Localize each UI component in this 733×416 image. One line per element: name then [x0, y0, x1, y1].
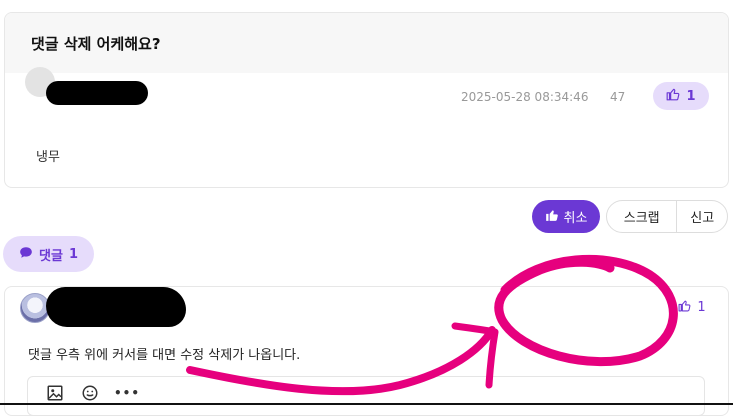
speech-bubble-icon: [19, 246, 33, 263]
thumbs-up-filled-icon: [545, 208, 559, 226]
post-body: 냉무: [36, 150, 60, 165]
post-like-count: 1: [686, 88, 696, 104]
post-header: 댓글 삭제 어케해요?: [5, 13, 728, 73]
report-button[interactable]: 신고: [677, 201, 727, 232]
redacted-author-name: [46, 81, 148, 105]
more-icon[interactable]: •••: [114, 386, 140, 400]
comment-text: 댓글 우측 위에 커서를 대면 수정 삭제가 나옵니다.: [28, 348, 301, 363]
comments-label: 댓글: [39, 248, 63, 264]
post-title: 댓글 삭제 어케해요?: [31, 35, 161, 53]
scrap-report-group: 스크랩 신고: [606, 200, 728, 233]
view-count: 47: [610, 90, 626, 104]
redacted-commenter-name: [46, 287, 186, 327]
scrap-button[interactable]: 스크랩: [607, 201, 678, 232]
post-date: 2025-05-28 08:34:46: [461, 90, 589, 104]
cancel-label: 취소: [563, 211, 588, 226]
comment-like-button[interactable]: 1: [666, 294, 718, 320]
comment-like-count: 1: [697, 299, 706, 315]
post-like-button[interactable]: 1: [653, 82, 709, 110]
comments-count: 1: [68, 246, 78, 262]
thumbs-up-icon: [666, 87, 680, 105]
thumbs-up-icon: [678, 299, 691, 316]
comments-toggle[interactable]: 댓글 1: [3, 236, 94, 272]
cancel-like-button[interactable]: 취소: [532, 200, 600, 233]
